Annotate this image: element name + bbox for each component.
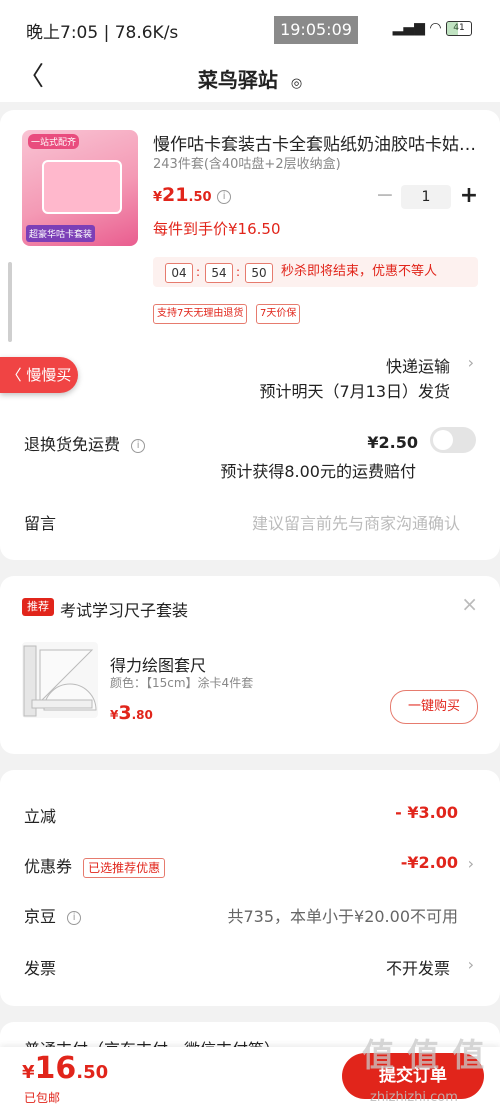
jingdou-value: 共735，本单小于¥20.00不可用 bbox=[227, 907, 458, 926]
rec-price-int: 3 bbox=[118, 702, 132, 724]
discount-value: - ¥3.00 bbox=[395, 803, 458, 822]
free-shipping-label: 已包邮 bbox=[24, 1091, 61, 1105]
return-fee-note: 预计获得8.00元的运费赔付 bbox=[220, 462, 416, 481]
countdown-seconds: 50 bbox=[245, 263, 273, 283]
watermark-url: zhizhizhi.com bbox=[370, 1090, 458, 1105]
chevron-right-icon[interactable]: › bbox=[468, 955, 474, 974]
invoice-value[interactable]: 不开发票 bbox=[386, 955, 450, 979]
countdown-hours: 04 bbox=[165, 263, 193, 283]
price-int: 21 bbox=[162, 184, 189, 206]
countdown-bar: 04 : 54 : 50 秒杀即将结束，优惠不等人 bbox=[153, 257, 478, 287]
return-fee-text: 退换货免运费 bbox=[24, 435, 121, 454]
location-icon: ◎ bbox=[290, 76, 303, 91]
message-input[interactable]: 建议留言前先与商家沟通确认 bbox=[252, 510, 460, 534]
battery-icon: 41 bbox=[446, 20, 472, 36]
return-policy-chip: 支持7天无理由退货 bbox=[153, 304, 248, 324]
invoice-label: 发票 bbox=[24, 959, 57, 978]
page-title: 菜鸟驿站 ◎ bbox=[0, 64, 500, 93]
product-image-banner: 超豪华咕卡套装 bbox=[26, 225, 96, 242]
order-card: 一站式配齐 超豪华咕卡套装 慢作咕卡套装古卡全套贴纸奶油胶咕卡姑娘… 243件套… bbox=[0, 110, 500, 560]
countdown-sep: : bbox=[236, 265, 241, 279]
one-click-buy-button[interactable]: 一键购买 bbox=[390, 690, 478, 724]
decrease-button[interactable]: − bbox=[373, 183, 397, 211]
jingdou-label: 京豆 bbox=[24, 907, 57, 926]
watermark-logo: 值 值 值 bbox=[362, 1036, 486, 1074]
product-image[interactable]: 一站式配齐 超豪华咕卡套装 bbox=[22, 130, 138, 246]
status-left-text: 晚上7:05 | 78.6K/s bbox=[26, 23, 179, 43]
return-fee-label: 退换货免运费 i bbox=[24, 431, 146, 455]
page-header: 〈 菜鸟驿站 ◎ bbox=[0, 58, 500, 102]
price-dec: .50 bbox=[188, 190, 212, 205]
status-icons: ▂▄▆ ◠ 41 bbox=[393, 20, 472, 36]
toggle-knob bbox=[433, 430, 453, 450]
jingdou-label-row: 京豆 i bbox=[24, 903, 82, 927]
coupon-label: 优惠券 bbox=[24, 857, 73, 876]
product-image-tag: 一站式配齐 bbox=[28, 134, 80, 149]
recommend-item-price: ¥3.80 bbox=[110, 702, 153, 724]
total-price: ¥16.50 bbox=[22, 1051, 108, 1086]
time-overlay: 19:05:09 bbox=[274, 16, 358, 44]
total-currency: ¥ bbox=[22, 1062, 35, 1083]
ruler-set-image[interactable] bbox=[22, 642, 98, 718]
info-icon[interactable]: i bbox=[217, 189, 232, 204]
quantity-field[interactable]: 1 bbox=[401, 185, 451, 209]
product-name[interactable]: 慢作咕卡套装古卡全套贴纸奶油胶咕卡姑娘… bbox=[153, 130, 478, 155]
delivery-method[interactable]: 快递运输 bbox=[386, 353, 450, 377]
increase-button[interactable]: + bbox=[457, 183, 481, 211]
coupon-tag: 已选推荐优惠 bbox=[83, 857, 166, 878]
recommend-item-name[interactable]: 得力绘图套尺 bbox=[110, 652, 206, 676]
close-icon[interactable]: × bbox=[461, 592, 478, 616]
coupon-value[interactable]: -¥2.00 bbox=[401, 853, 458, 872]
coupon-label-row: 优惠券 已选推荐优惠 bbox=[24, 853, 166, 878]
wifi-icon: ◠ bbox=[429, 20, 442, 36]
ruler-graphic bbox=[23, 645, 97, 717]
countdown-minutes: 54 bbox=[205, 263, 233, 283]
chevron-right-icon[interactable]: › bbox=[468, 854, 474, 873]
total-dec: .50 bbox=[76, 1062, 109, 1083]
price-currency: ¥ bbox=[153, 190, 163, 205]
storage-box-graphic bbox=[42, 160, 122, 214]
countdown-text: 秒杀即将结束，优惠不等人 bbox=[281, 264, 438, 279]
info-icon[interactable]: i bbox=[131, 438, 146, 453]
status-bar: 晚上7:05 | 78.6K/s 19:05:09 ▂▄▆ ◠ 41 bbox=[0, 0, 500, 58]
countdown-sep: : bbox=[196, 265, 201, 279]
info-icon[interactable]: i bbox=[67, 910, 82, 925]
recommend-title: 考试学习尺子套装 bbox=[60, 601, 189, 620]
return-fee-price: ¥2.50 bbox=[367, 433, 418, 452]
chevron-right-icon[interactable]: › bbox=[468, 353, 474, 372]
recommend-badge: 推荐 bbox=[22, 598, 54, 616]
summary-card: 立减 - ¥3.00 优惠券 已选推荐优惠 -¥2.00 › 京豆 i 共735… bbox=[0, 770, 500, 1006]
slow-buy-button[interactable]: 〈 慢慢买 bbox=[0, 357, 78, 393]
price-protect-chip: 7天价保 bbox=[256, 304, 301, 324]
return-fee-toggle[interactable] bbox=[430, 427, 476, 453]
final-price: 每件到手价¥16.50 bbox=[153, 220, 281, 238]
discount-label: 立减 bbox=[24, 807, 57, 826]
message-label: 留言 bbox=[24, 514, 57, 533]
delivery-eta: 预计明天（7月13日）发货 bbox=[259, 382, 450, 401]
product-spec[interactable]: 243件套(含40咕盘+2层收纳盒) bbox=[153, 153, 341, 172]
total-int: 16 bbox=[34, 1051, 77, 1086]
recommend-item-spec: 颜色：【15cm】涂卡4件套 bbox=[110, 676, 254, 690]
product-price: ¥21.50 i bbox=[153, 184, 232, 206]
rec-price-dec: .80 bbox=[131, 708, 153, 722]
scrollbar[interactable] bbox=[8, 262, 12, 342]
signal-icon: ▂▄▆ bbox=[392, 20, 425, 36]
page-title-text: 菜鸟驿站 bbox=[197, 68, 278, 92]
